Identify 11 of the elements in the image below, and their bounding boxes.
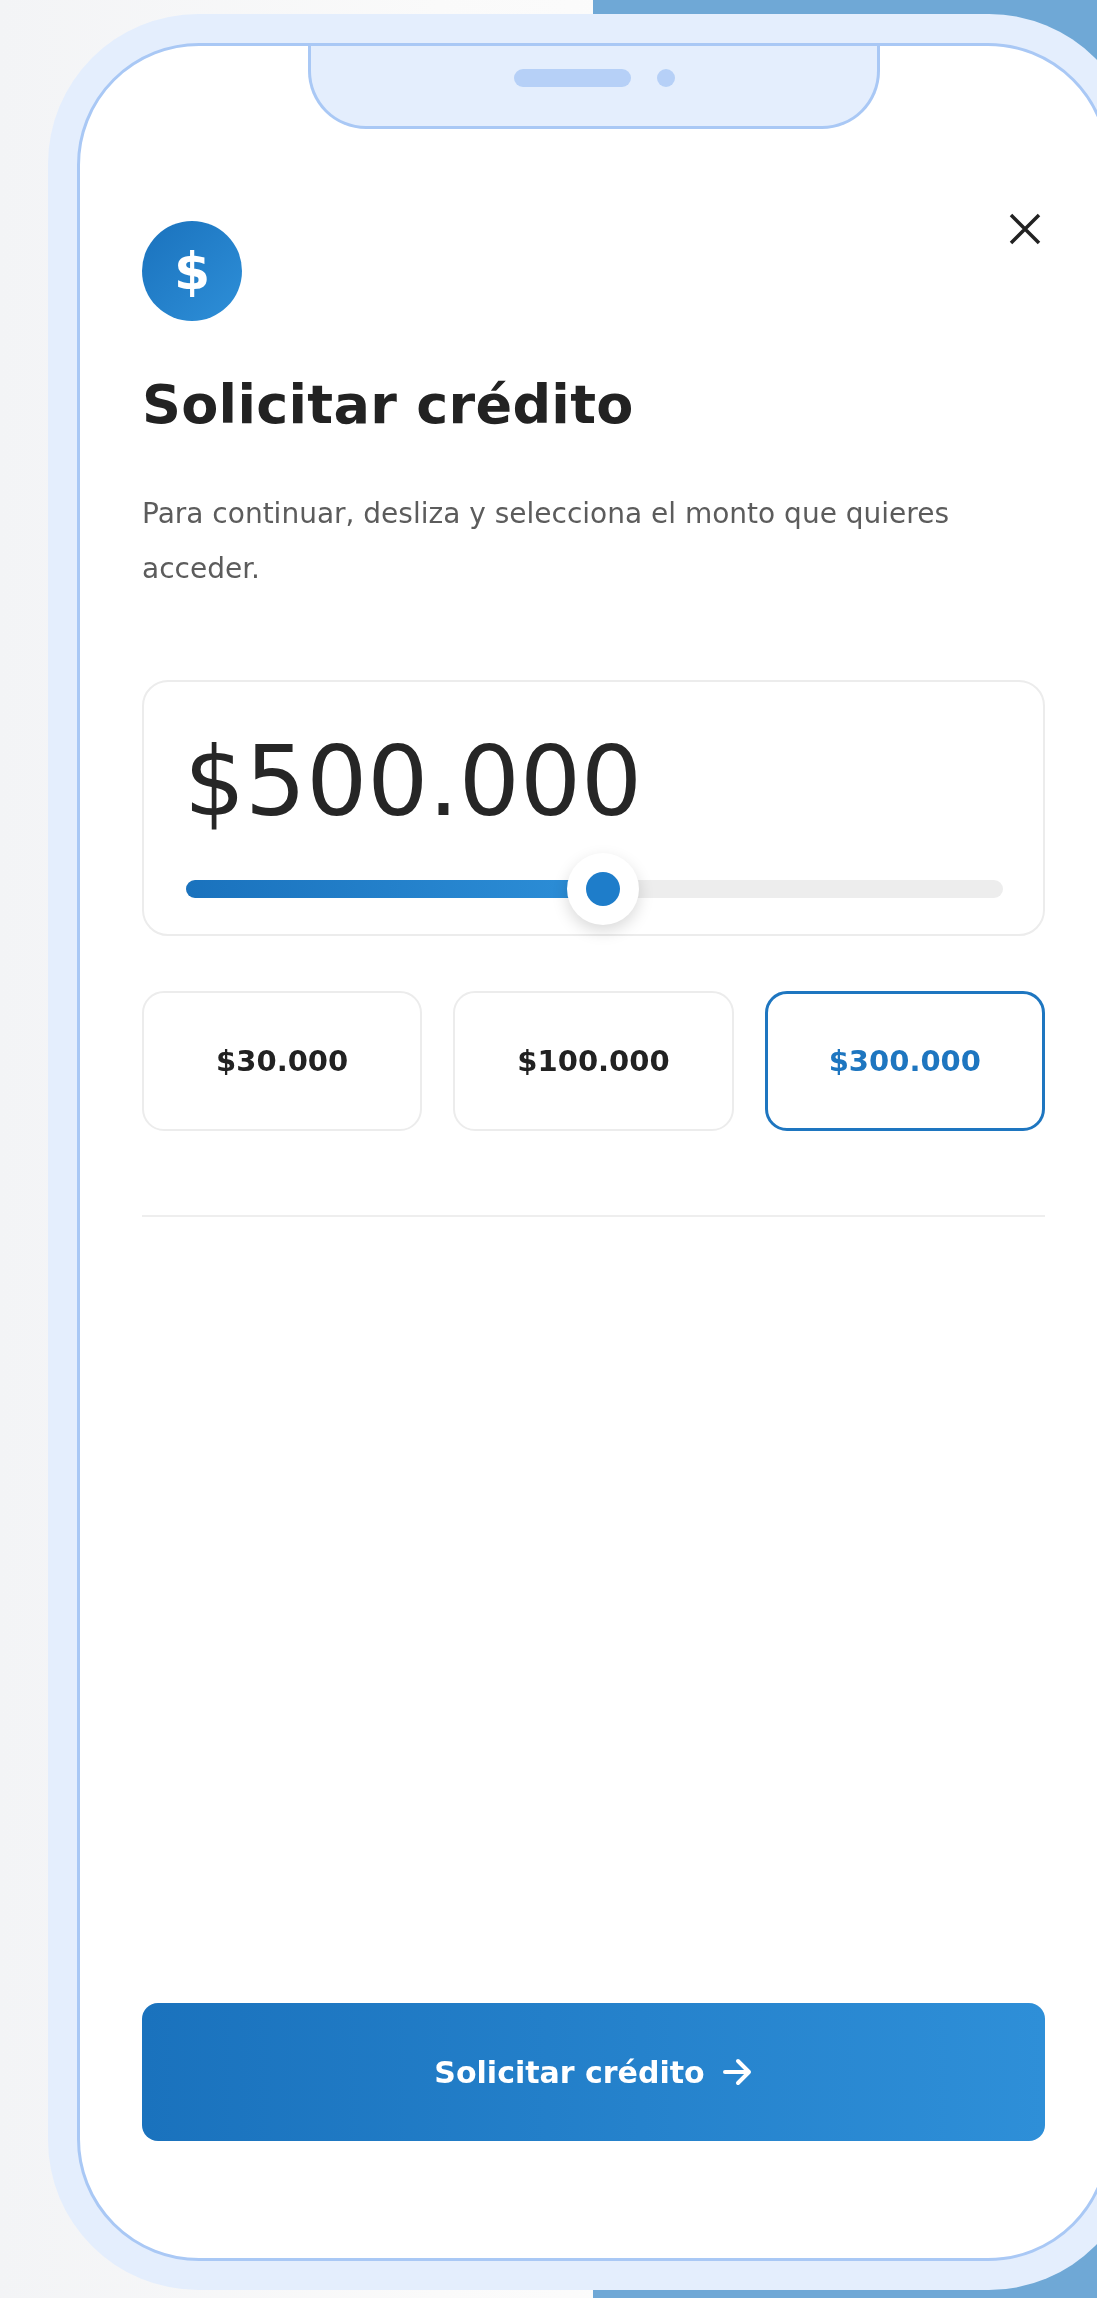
dollar-icon: $	[142, 221, 242, 321]
arrow-icon	[722, 2058, 753, 2086]
speaker-icon	[513, 68, 631, 87]
description: Para continuar, desliza y selecciona el monto que quieres acceder.	[142, 495, 950, 587]
camera-icon	[656, 68, 675, 87]
amount-option[interactable]: $100.000	[453, 990, 734, 1131]
amount-option[interactable]: $30.000	[142, 990, 423, 1131]
submit-button[interactable]: Solicitar crédito	[142, 2003, 1045, 2141]
amount-option[interactable]: $300.000	[764, 990, 1045, 1131]
amount-value: $500.000	[184, 724, 644, 840]
title: Solicitar crédito	[142, 373, 635, 438]
